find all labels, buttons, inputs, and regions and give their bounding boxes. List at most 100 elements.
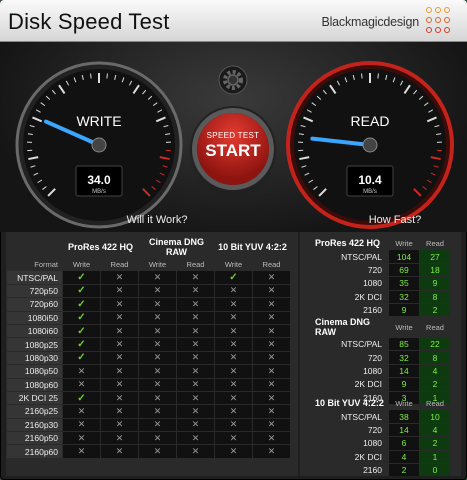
read-fps-value: 4 <box>420 364 450 378</box>
write-subheader: Write <box>148 259 167 269</box>
cross-icon: ✕ <box>177 298 214 311</box>
table-row: NTSC/PAL 85 22 <box>301 338 450 351</box>
cross-icon: ✕ <box>253 418 290 432</box>
cross-icon: ✕ <box>101 378 138 391</box>
check-icon: ✓ <box>215 271 252 284</box>
check-icon: ✓ <box>63 338 100 351</box>
format-label: 2160p60 <box>7 445 62 458</box>
cross-icon: ✕ <box>139 432 176 445</box>
format-label: 1080i60 <box>7 324 62 338</box>
cross-icon: ✕ <box>63 432 100 445</box>
format-label: 1080 <box>363 278 382 289</box>
table-row: 2K DCI 25 ✓ ✕ ✕ ✕ ✕ ✕ <box>7 391 290 405</box>
write-subheader: Write <box>395 398 413 408</box>
write-subheader: Write <box>395 322 413 332</box>
format-label: NTSC/PAL <box>341 339 382 350</box>
cross-icon: ✕ <box>139 378 176 391</box>
cross-icon: ✕ <box>139 271 176 284</box>
cross-icon: ✕ <box>215 445 252 458</box>
read-fps-value: 22 <box>420 338 450 351</box>
brand-name: Blackmagicdesign <box>321 15 419 29</box>
cross-icon: ✕ <box>63 405 100 418</box>
table-row: 2160p50 ✕ ✕ ✕ ✕ ✕ ✕ <box>7 432 290 445</box>
format-label: 720p60 <box>7 298 62 311</box>
table-row: 1080p30 ✓ ✕ ✕ ✕ ✕ ✕ <box>7 351 290 365</box>
table-row: 720 14 4 <box>301 423 450 437</box>
cross-icon: ✕ <box>139 391 176 405</box>
write-fps-value: 14 <box>389 423 419 437</box>
read-subheader: Read <box>110 259 129 269</box>
cross-icon: ✕ <box>139 298 176 311</box>
read-value: 10.4 <box>358 173 382 187</box>
settings-gear-icon[interactable] <box>218 65 248 95</box>
cross-icon: ✕ <box>139 338 176 351</box>
gauge-tick <box>377 73 379 79</box>
read-subheader: Read <box>262 259 281 269</box>
write-fps-value: 2 <box>389 463 419 477</box>
speed-test-start-button[interactable]: SPEED TEST START <box>197 113 269 185</box>
check-icon: ✓ <box>63 324 100 338</box>
cross-icon: ✕ <box>63 418 100 432</box>
cross-icon: ✕ <box>101 271 138 284</box>
cross-icon: ✕ <box>177 445 214 458</box>
write-fps-value: 32 <box>389 290 419 303</box>
check-icon: ✓ <box>63 311 100 324</box>
table-row: NTSC/PAL 104 27 <box>301 250 450 263</box>
will-it-work-heading: Will it Work? <box>126 214 188 226</box>
cross-icon: ✕ <box>101 298 138 311</box>
cross-icon: ✕ <box>139 418 176 432</box>
table-row: 720 69 18 <box>301 263 450 277</box>
cross-icon: ✕ <box>177 271 214 284</box>
table-row: 1080p50 ✕ ✕ ✕ ✕ ✕ ✕ <box>7 365 290 378</box>
cross-icon: ✕ <box>253 284 290 298</box>
format-label: 1080p50 <box>7 365 62 378</box>
cross-icon: ✕ <box>253 445 290 458</box>
cross-icon: ✕ <box>253 378 290 391</box>
cross-icon: ✕ <box>139 405 176 418</box>
format-label: 2160 <box>363 465 382 476</box>
read-subheader: Read <box>426 398 444 408</box>
codec-header: Cinema DNG RAW <box>315 317 371 337</box>
format-label: 1080p30 <box>7 351 62 365</box>
write-fps-value: 32 <box>389 351 419 364</box>
read-fps-value: 27 <box>420 250 450 263</box>
cross-icon: ✕ <box>215 351 252 365</box>
read-fps-value: 18 <box>420 263 450 277</box>
cross-icon: ✕ <box>253 432 290 445</box>
write-subheader: Write <box>224 259 243 269</box>
cross-icon: ✕ <box>177 351 214 365</box>
read-subheader: Read <box>426 238 444 248</box>
cross-icon: ✕ <box>215 311 252 324</box>
format-label: NTSC/PAL <box>341 251 382 262</box>
format-label: 720 <box>367 424 382 435</box>
write-gauge: WRITE 34.0 MB/s <box>15 61 183 229</box>
check-icon: ✓ <box>63 298 100 311</box>
cross-icon: ✕ <box>177 405 214 418</box>
codec-header: 10 Bit YUV 4:2:2 <box>218 242 287 252</box>
gauge-tick <box>361 73 363 79</box>
read-fps-value: 10 <box>420 410 450 423</box>
table-row: 1080i50 ✓ ✕ ✕ ✕ ✕ ✕ <box>7 311 290 324</box>
cross-icon: ✕ <box>101 445 138 458</box>
title-bar: Disk Speed Test Blackmagicdesign <box>0 0 467 42</box>
read-gauge-label: READ <box>351 113 390 129</box>
table-row: 720 32 8 <box>301 351 450 364</box>
cross-icon: ✕ <box>215 405 252 418</box>
cross-icon: ✕ <box>215 298 252 311</box>
speed-test-caption: SPEED TEST <box>206 131 260 140</box>
read-fps-value: 8 <box>420 290 450 303</box>
check-icon: ✓ <box>63 271 100 284</box>
codec-header: ProRes 422 HQ <box>315 238 381 249</box>
cross-icon: ✕ <box>101 432 138 445</box>
how-fast-table: 10 Bit YUV 4:2:2 Write Read NTSC/PAL 38 10 720… <box>300 396 451 477</box>
write-fps-value: 85 <box>389 338 419 351</box>
read-fps-value: 1 <box>420 450 450 463</box>
cross-icon: ✕ <box>253 324 290 338</box>
cross-icon: ✕ <box>139 311 176 324</box>
cross-icon: ✕ <box>215 391 252 405</box>
read-gauge: READ 10.4 MB/s <box>286 61 454 229</box>
cross-icon: ✕ <box>177 378 214 391</box>
cross-icon: ✕ <box>101 324 138 338</box>
format-label: 2160 <box>363 305 382 316</box>
cross-icon: ✕ <box>215 338 252 351</box>
